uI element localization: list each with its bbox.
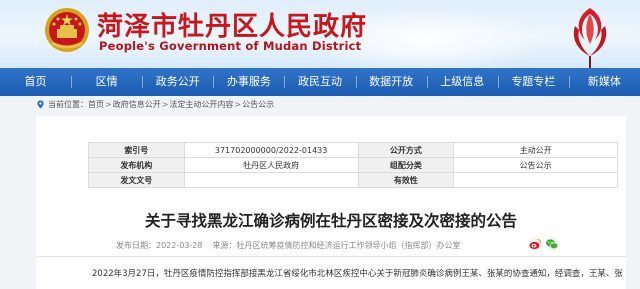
nav-home[interactable]: 首页 xyxy=(0,68,71,96)
breadcrumb-announcements[interactable]: 公告公示 xyxy=(242,99,274,110)
validity-label: 有效性 xyxy=(357,172,455,188)
issuer-label: 发布机构 xyxy=(88,157,185,173)
breadcrumb-separator: > xyxy=(234,100,242,109)
validity-value xyxy=(453,172,618,188)
article-title: 关于寻找黑龙江确诊病例在牡丹区密接及次密接的公告 xyxy=(144,212,517,230)
weibo-icon[interactable] xyxy=(528,237,542,251)
index-value: 371702000000/2022-01433 xyxy=(183,142,359,158)
table-row: 索引号 371702000000/2022-01433 公开方式 主动公开 xyxy=(88,142,618,158)
nav-district-info[interactable]: 区情 xyxy=(71,68,142,96)
nav-new-media[interactable]: 新媒体 xyxy=(568,68,640,96)
nav-government-affairs[interactable]: 政务公开 xyxy=(142,68,213,96)
main-nav: 首页 区情 政务公开 办事服务 政民互动 数据开放 上级信息 专题专栏 新媒体 xyxy=(0,68,640,96)
breadcrumb-separator: > xyxy=(161,100,169,109)
article-body: 2022年3月27日，牡丹区疫情防控指挥部接黑龙江省绥化市北林区疾控中心关于新冠… xyxy=(92,269,622,279)
breadcrumb-gov-info[interactable]: 政府信息公开 xyxy=(113,99,161,110)
publish-info: 发布日期：2022-03-28 来源：牡丹区统筹疫情防控和经济运行工作领导小组（指… xyxy=(116,240,461,251)
table-row: 发布机构 牡丹区人民政府 组配分类 公告公示 xyxy=(88,157,618,173)
breadcrumb: 当前位置： 首页 > 政府信息公开 > 法定主动公开内容 > 公告公示 xyxy=(36,99,274,110)
doc-number-label: 发文文号 xyxy=(88,172,185,188)
nav-superior-info[interactable]: 上级信息 xyxy=(426,68,498,96)
issuer-value: 牡丹区人民政府 xyxy=(183,157,359,173)
table-row: 发文文号 有效性 xyxy=(88,172,618,188)
site-header: 菏泽市牡丹区人民政府 People's Government of Mudan … xyxy=(0,0,640,68)
publish-date: 发布日期：2022-03-28 xyxy=(116,241,203,250)
wechat-icon[interactable] xyxy=(545,237,559,251)
category-value: 公告公示 xyxy=(453,157,618,173)
metadata-table: 索引号 371702000000/2022-01433 公开方式 主动公开 发布… xyxy=(88,142,618,188)
site-title: 菏泽市牡丹区人民政府 xyxy=(97,12,368,42)
doc-number-value xyxy=(183,172,359,188)
nav-services[interactable]: 办事服务 xyxy=(213,68,284,96)
national-emblem-icon xyxy=(45,8,89,52)
breadcrumb-separator: > xyxy=(105,100,112,109)
location-pin-icon xyxy=(37,100,44,109)
nav-open-data[interactable]: 数据开放 xyxy=(355,68,427,96)
open-mode-label: 公开方式 xyxy=(357,142,455,158)
breadcrumb-prefix: 当前位置： xyxy=(48,100,88,109)
peony-logo-icon xyxy=(573,8,607,68)
open-mode-value: 主动公开 xyxy=(453,142,618,158)
publish-source: 来源：牡丹区统筹疫情防控和经济运行工作领导小组（指挥部）办公室 xyxy=(212,241,461,250)
breadcrumb-statutory-content[interactable]: 法定主动公开内容 xyxy=(169,99,233,110)
weibo-icon xyxy=(529,238,542,250)
site-subtitle: People's Government of Mudan District xyxy=(99,39,362,53)
category-label: 组配分类 xyxy=(357,157,455,173)
index-label: 索引号 xyxy=(88,142,185,158)
share-buttons xyxy=(528,237,559,251)
content-divider xyxy=(36,256,626,257)
nav-special-topics[interactable]: 专题专栏 xyxy=(497,68,569,96)
wechat-icon xyxy=(546,239,559,250)
content-panel: 索引号 371702000000/2022-01433 公开方式 主动公开 发布… xyxy=(36,116,626,289)
nav-interaction[interactable]: 政民互动 xyxy=(284,68,355,96)
breadcrumb-home[interactable]: 首页 xyxy=(88,99,104,110)
